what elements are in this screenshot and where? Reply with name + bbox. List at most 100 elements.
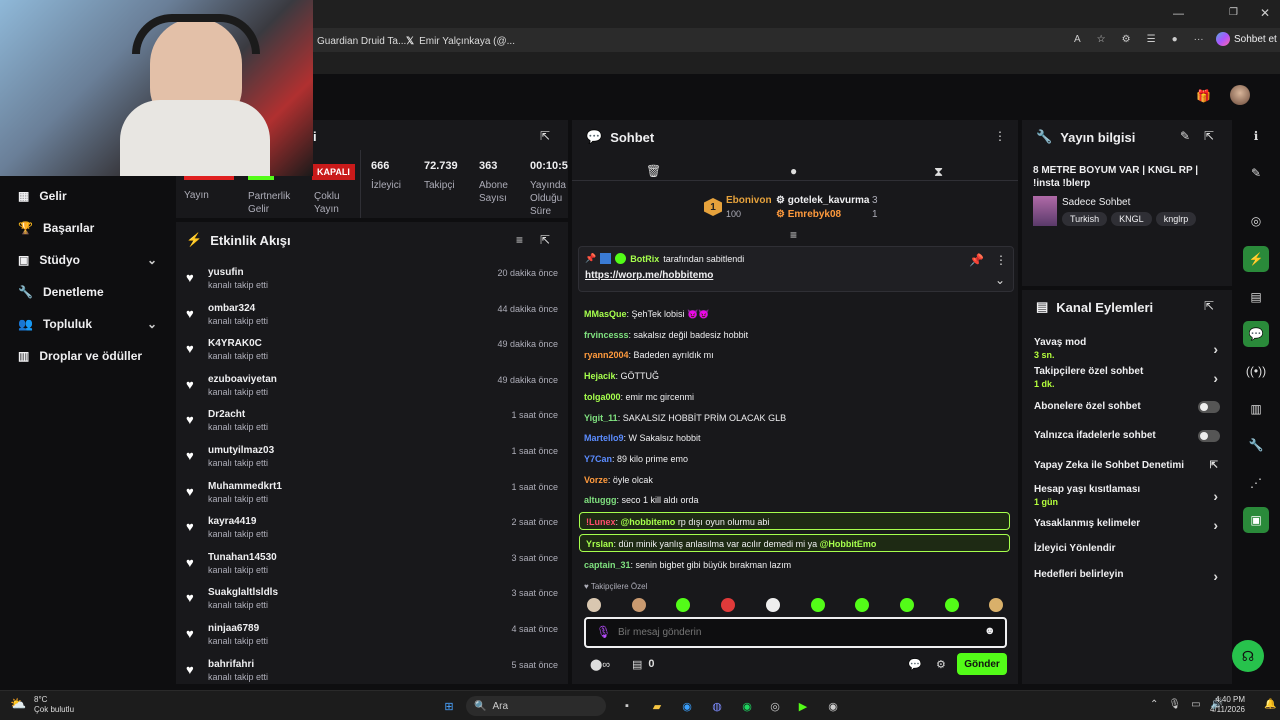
activity-event[interactable]: ♥ ninjaa6789 kanalı takip etti 4 saat önce [176, 619, 568, 655]
event-username[interactable]: Tunahan14530 [208, 552, 277, 563]
event-username[interactable]: Suakglaltlsldls [208, 587, 278, 598]
taskbar-search[interactable]: 🔍 Ara [466, 696, 606, 716]
emote-icon[interactable] [944, 598, 959, 612]
emote-icon[interactable] [899, 598, 914, 612]
more-vertical-icon[interactable]: ⋮ [995, 253, 1007, 267]
tag[interactable]: knglrp [1155, 212, 1197, 226]
activity-event[interactable]: ♥ yusufin kanalı takip etti 20 dakika önce [176, 263, 568, 299]
points-icon[interactable]: ⬤∞ [590, 658, 610, 671]
sidebar-item-gelir[interactable]: ▦ Gelir [0, 180, 175, 212]
channel-action-row[interactable]: Abonelere özel sohbet [1034, 401, 1224, 415]
microphone-icon[interactable]: 🎙 [596, 625, 611, 639]
clock[interactable]: 4:40 PM 4/11/2026 [1210, 695, 1245, 715]
channel-action-row[interactable]: Yasaklanmış kelimeler › [1034, 517, 1224, 533]
chat-bubble-icon[interactable]: 💬 [908, 658, 922, 671]
channel-action-row[interactable]: Yavaş mod 3 sn. › [1034, 337, 1224, 363]
weather-widget[interactable]: 8°C Çok bulutlu [34, 695, 74, 715]
event-username[interactable]: bahrifahri [208, 659, 254, 670]
wrench-icon[interactable]: 🔧 [1243, 432, 1269, 458]
channel-action-row[interactable]: Hesap yaşı kısıtlaması 1 gün › [1034, 484, 1224, 510]
chat-username[interactable]: Yrslan [586, 539, 614, 549]
leaderboard-first-name[interactable]: Ebonivon [726, 195, 772, 206]
chevron-expand-icon[interactable]: ≡ [790, 228, 797, 242]
chat-icon[interactable]: 💬 [1243, 321, 1269, 347]
settings-icon[interactable]: ⚙ [936, 658, 946, 671]
profile-icon[interactable]: ● [1172, 34, 1178, 45]
channel-action-row[interactable]: Hedefleri belirleyin › [1034, 568, 1224, 584]
chat-mode-icon[interactable]: ● [790, 164, 797, 178]
more-vertical-icon[interactable]: ⋮ [994, 129, 1006, 143]
chat-username[interactable]: altuggg [584, 495, 617, 505]
copilot-chat-button[interactable]: Sohbet et [1216, 32, 1277, 46]
event-username[interactable]: ninjaa6789 [208, 623, 259, 634]
toggle-switch[interactable] [1198, 401, 1220, 413]
edit-icon[interactable]: ✎ [1180, 129, 1190, 143]
activity-event[interactable]: ♥ ombar324 kanalı takip etti 44 dakika önce [176, 299, 568, 335]
mic-tray-icon[interactable]: 🎙 [1168, 699, 1181, 710]
read-aloud-icon[interactable]: A [1074, 34, 1081, 45]
more-icon[interactable]: ··· [1194, 34, 1204, 45]
event-username[interactable]: ombar324 [208, 303, 255, 314]
favorite-icon[interactable]: ☆ [1097, 34, 1106, 45]
chat-mention[interactable]: @HobbitEmo [820, 539, 877, 549]
toggle-switch[interactable] [1198, 430, 1220, 442]
chat-username[interactable]: frvincesss [584, 330, 629, 340]
activity-event[interactable]: ♥ ezuboaviyetan kanalı takip etti 49 dakika… [176, 370, 568, 406]
tag[interactable]: Turkish [1062, 212, 1108, 226]
screenshot-icon[interactable]: ◎ [1243, 208, 1269, 234]
kick-app-icon[interactable]: ▶ [794, 697, 812, 715]
event-username[interactable]: yusufin [208, 267, 244, 278]
clip-icon[interactable]: ▣ [1243, 507, 1269, 533]
gift-icon[interactable]: 🎁 [1196, 89, 1211, 103]
event-username[interactable]: kayra4419 [208, 516, 256, 527]
edit-icon[interactable]: ✎ [1243, 160, 1269, 186]
sidebar-item-basarilar[interactable]: 🏆 Başarılar [0, 212, 175, 244]
browser-tab-2[interactable]: 𝕏 Emir Yalçınkaya (@... [406, 32, 515, 50]
activity-event[interactable]: ♥ umutyilmaz03 kanalı takip etti 1 saat önc… [176, 441, 568, 477]
notification-icon[interactable]: 🔔 [1264, 699, 1276, 710]
chat-input[interactable] [618, 623, 978, 641]
obs-icon[interactable]: ◉ [824, 697, 842, 715]
favorites-bar-icon[interactable]: ☰ [1147, 34, 1156, 45]
browser-tab-1[interactable]: Guardian Druid Ta... [317, 32, 406, 50]
send-button[interactable]: Gönder [957, 653, 1007, 675]
chevron-up-icon[interactable]: ⌃ [1150, 699, 1158, 710]
close-icon[interactable]: ✕ [1260, 6, 1270, 20]
edge-icon[interactable]: ◉ [678, 697, 696, 715]
popout-icon[interactable]: ⇱ [1204, 129, 1214, 143]
chevron-down-icon[interactable]: ⌄ [995, 273, 1005, 287]
activity-event[interactable]: ♥ Tunahan14530 kanalı takip etti 3 saat önc… [176, 548, 568, 584]
activity-event[interactable]: ♥ kayra4419 kanalı takip etti 2 saat önce [176, 512, 568, 548]
lightning-icon[interactable]: ⚡ [1243, 246, 1269, 272]
chat-username[interactable]: !Lunex [586, 517, 616, 527]
windows-start-icon[interactable]: ⊞ [440, 697, 458, 715]
chat-username[interactable]: MMasQue [584, 309, 627, 319]
chat-username[interactable]: captain_31 [584, 560, 631, 570]
spotify-icon[interactable]: ◉ [738, 697, 756, 715]
tag[interactable]: KNGL [1111, 212, 1152, 226]
event-username[interactable]: K4YRAK0C [208, 338, 262, 349]
sidebar-item-topluluk[interactable]: 👥 Topluluk ⌄ [0, 308, 175, 340]
chat-username[interactable]: Y7Can [584, 454, 612, 464]
activity-event[interactable]: ♥ K4YRAK0C kanalı takip etti 49 dakika önce [176, 334, 568, 370]
event-username[interactable]: Dr2acht [208, 409, 245, 420]
trash-icon[interactable]: 🗑 [646, 164, 661, 178]
taskview-icon[interactable]: ▪ [618, 697, 636, 715]
leaderboard-second[interactable]: ⚙ gotelek_kavurma [776, 195, 869, 206]
popout-icon[interactable]: ⇱ [540, 129, 550, 143]
hourglass-icon[interactable]: ⧗ [934, 164, 943, 180]
chat-username[interactable]: ryann2004 [584, 350, 629, 360]
maximize-icon[interactable]: ❐ [1229, 7, 1238, 18]
support-icon[interactable]: ☊ [1232, 640, 1264, 672]
document-icon[interactable]: ▤ [1243, 284, 1269, 310]
emote-icon[interactable] [721, 598, 736, 612]
emote-icon[interactable] [631, 598, 646, 612]
event-username[interactable]: Muhammedkrt1 [208, 481, 282, 492]
avatar[interactable] [1230, 85, 1250, 105]
leaderboard-third[interactable]: ⚙ Emrebyk08 [776, 209, 841, 220]
discord-icon[interactable]: ◍ [708, 697, 726, 715]
emoji-icon[interactable]: ☻ [984, 625, 996, 637]
unpin-icon[interactable]: 📌 [969, 253, 984, 267]
chat-mention[interactable]: @hobbitemo [621, 517, 676, 527]
event-username[interactable]: umutyilmaz03 [208, 445, 274, 456]
